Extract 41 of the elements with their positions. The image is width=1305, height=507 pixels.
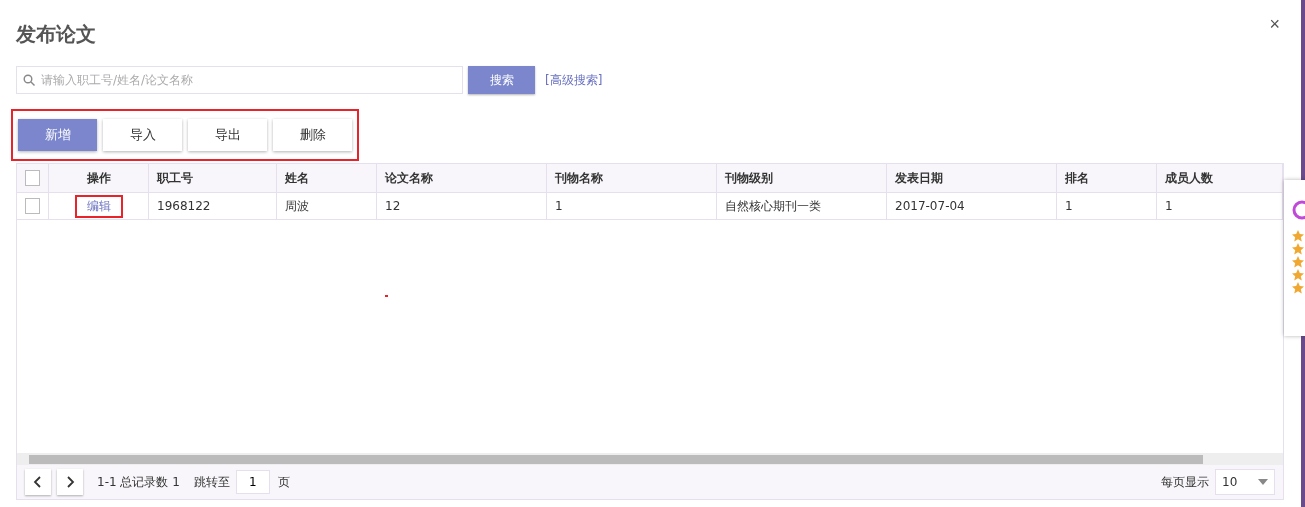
chevron-right-icon	[65, 476, 75, 488]
column-header: 排名	[1057, 164, 1157, 193]
horizontal-scrollbar[interactable]	[17, 453, 1283, 465]
record-count: 1-1 总记录数 1	[97, 473, 180, 491]
stars-drawing	[1292, 230, 1304, 294]
column-header: 论文名称	[377, 164, 547, 193]
next-page-button[interactable]	[57, 469, 83, 495]
table-cell: 自然核心期刊一类	[717, 193, 887, 220]
jump-label: 跳转至	[193, 473, 230, 491]
page-input[interactable]: 1	[235, 470, 270, 494]
dialog-title: 发布论文	[16, 20, 96, 48]
table-cell: 周波	[277, 193, 377, 220]
page-size-select[interactable]: 10	[1215, 469, 1275, 495]
chevron-left-icon	[33, 476, 43, 488]
table-cell: 1	[1057, 193, 1157, 220]
toolbar-button[interactable]: 导出	[188, 119, 267, 151]
column-header: 姓名	[277, 164, 377, 193]
advanced-search-link[interactable]: [高级搜索]	[545, 71, 603, 89]
page-label: 页	[277, 473, 290, 491]
toolbar-button[interactable]: 删除	[273, 119, 352, 151]
select-all-checkbox[interactable]	[25, 170, 40, 186]
caret-icon	[1258, 479, 1268, 485]
table-cell: 1	[547, 193, 717, 220]
column-header: 刊物名称	[547, 164, 717, 193]
page-size-label: 每页显示	[1161, 473, 1209, 491]
search-icon	[23, 74, 35, 86]
column-header: 职工号	[149, 164, 277, 193]
table-cell: 1	[1157, 193, 1283, 220]
close-button[interactable]: ×	[1269, 14, 1280, 35]
table-cell: 1968122	[149, 193, 277, 220]
column-header: 成员人数	[1157, 164, 1283, 193]
table-cell: 12	[377, 193, 547, 220]
search-field[interactable]: 请输入职工号/姓名/论文名称	[16, 66, 463, 94]
row-checkbox[interactable]	[25, 198, 40, 214]
column-header: 操作	[49, 164, 149, 193]
column-header: 刊物级别	[717, 164, 887, 193]
toolbar-button[interactable]: 导入	[103, 119, 182, 151]
column-header: 发表日期	[887, 164, 1057, 193]
previous-page-button[interactable]	[25, 469, 51, 495]
table-cell: 2017-07-04	[887, 193, 1057, 220]
edit-link[interactable]: 编辑	[74, 194, 123, 218]
